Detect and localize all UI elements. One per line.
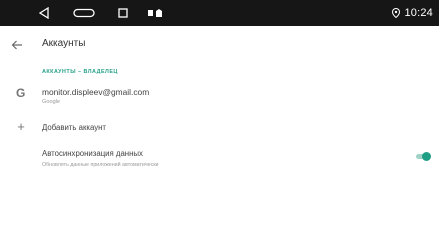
square-recents-icon	[118, 8, 128, 18]
add-account-item[interactable]: + Добавить аккаунт	[0, 118, 439, 138]
sim-icon	[148, 10, 153, 16]
arrow-back-icon	[11, 40, 22, 50]
home-pill-icon	[73, 8, 95, 18]
account-item[interactable]: G monitor.displeev@gmail.com Google	[0, 80, 439, 110]
auto-sync-title: Автосинхронизация данных	[42, 149, 143, 158]
add-account-label: Добавить аккаунт	[42, 123, 106, 132]
google-icon: G	[16, 86, 26, 100]
notification-icon	[156, 9, 162, 17]
section-header: АККАУНТЫ – ВЛАДЕЛЕЦ	[42, 69, 118, 75]
status-time: 10:24	[404, 7, 433, 19]
account-type: Google	[42, 99, 61, 105]
page-title: Аккаунты	[42, 38, 86, 49]
auto-sync-item[interactable]: Автосинхронизация данных Обновлять данны…	[0, 146, 439, 176]
status-bar: 10:24	[0, 0, 439, 26]
nav-home-button[interactable]	[72, 6, 96, 20]
auto-sync-subtitle: Обновлять данные приложений автоматическ…	[42, 162, 159, 168]
account-email: monitor.displeev@gmail.com	[42, 87, 150, 97]
location-icon	[392, 8, 401, 18]
status-icons	[148, 8, 162, 18]
triangle-back-icon	[39, 7, 49, 19]
status-right: 10:24	[392, 5, 433, 21]
nav-back-button[interactable]	[38, 6, 50, 20]
nav-recents-button[interactable]	[117, 6, 129, 20]
plus-icon: +	[17, 119, 25, 134]
back-button[interactable]	[10, 38, 24, 52]
auto-sync-toggle[interactable]	[414, 151, 432, 161]
app-bar: Аккаунты	[0, 26, 439, 64]
toggle-thumb	[422, 152, 431, 161]
